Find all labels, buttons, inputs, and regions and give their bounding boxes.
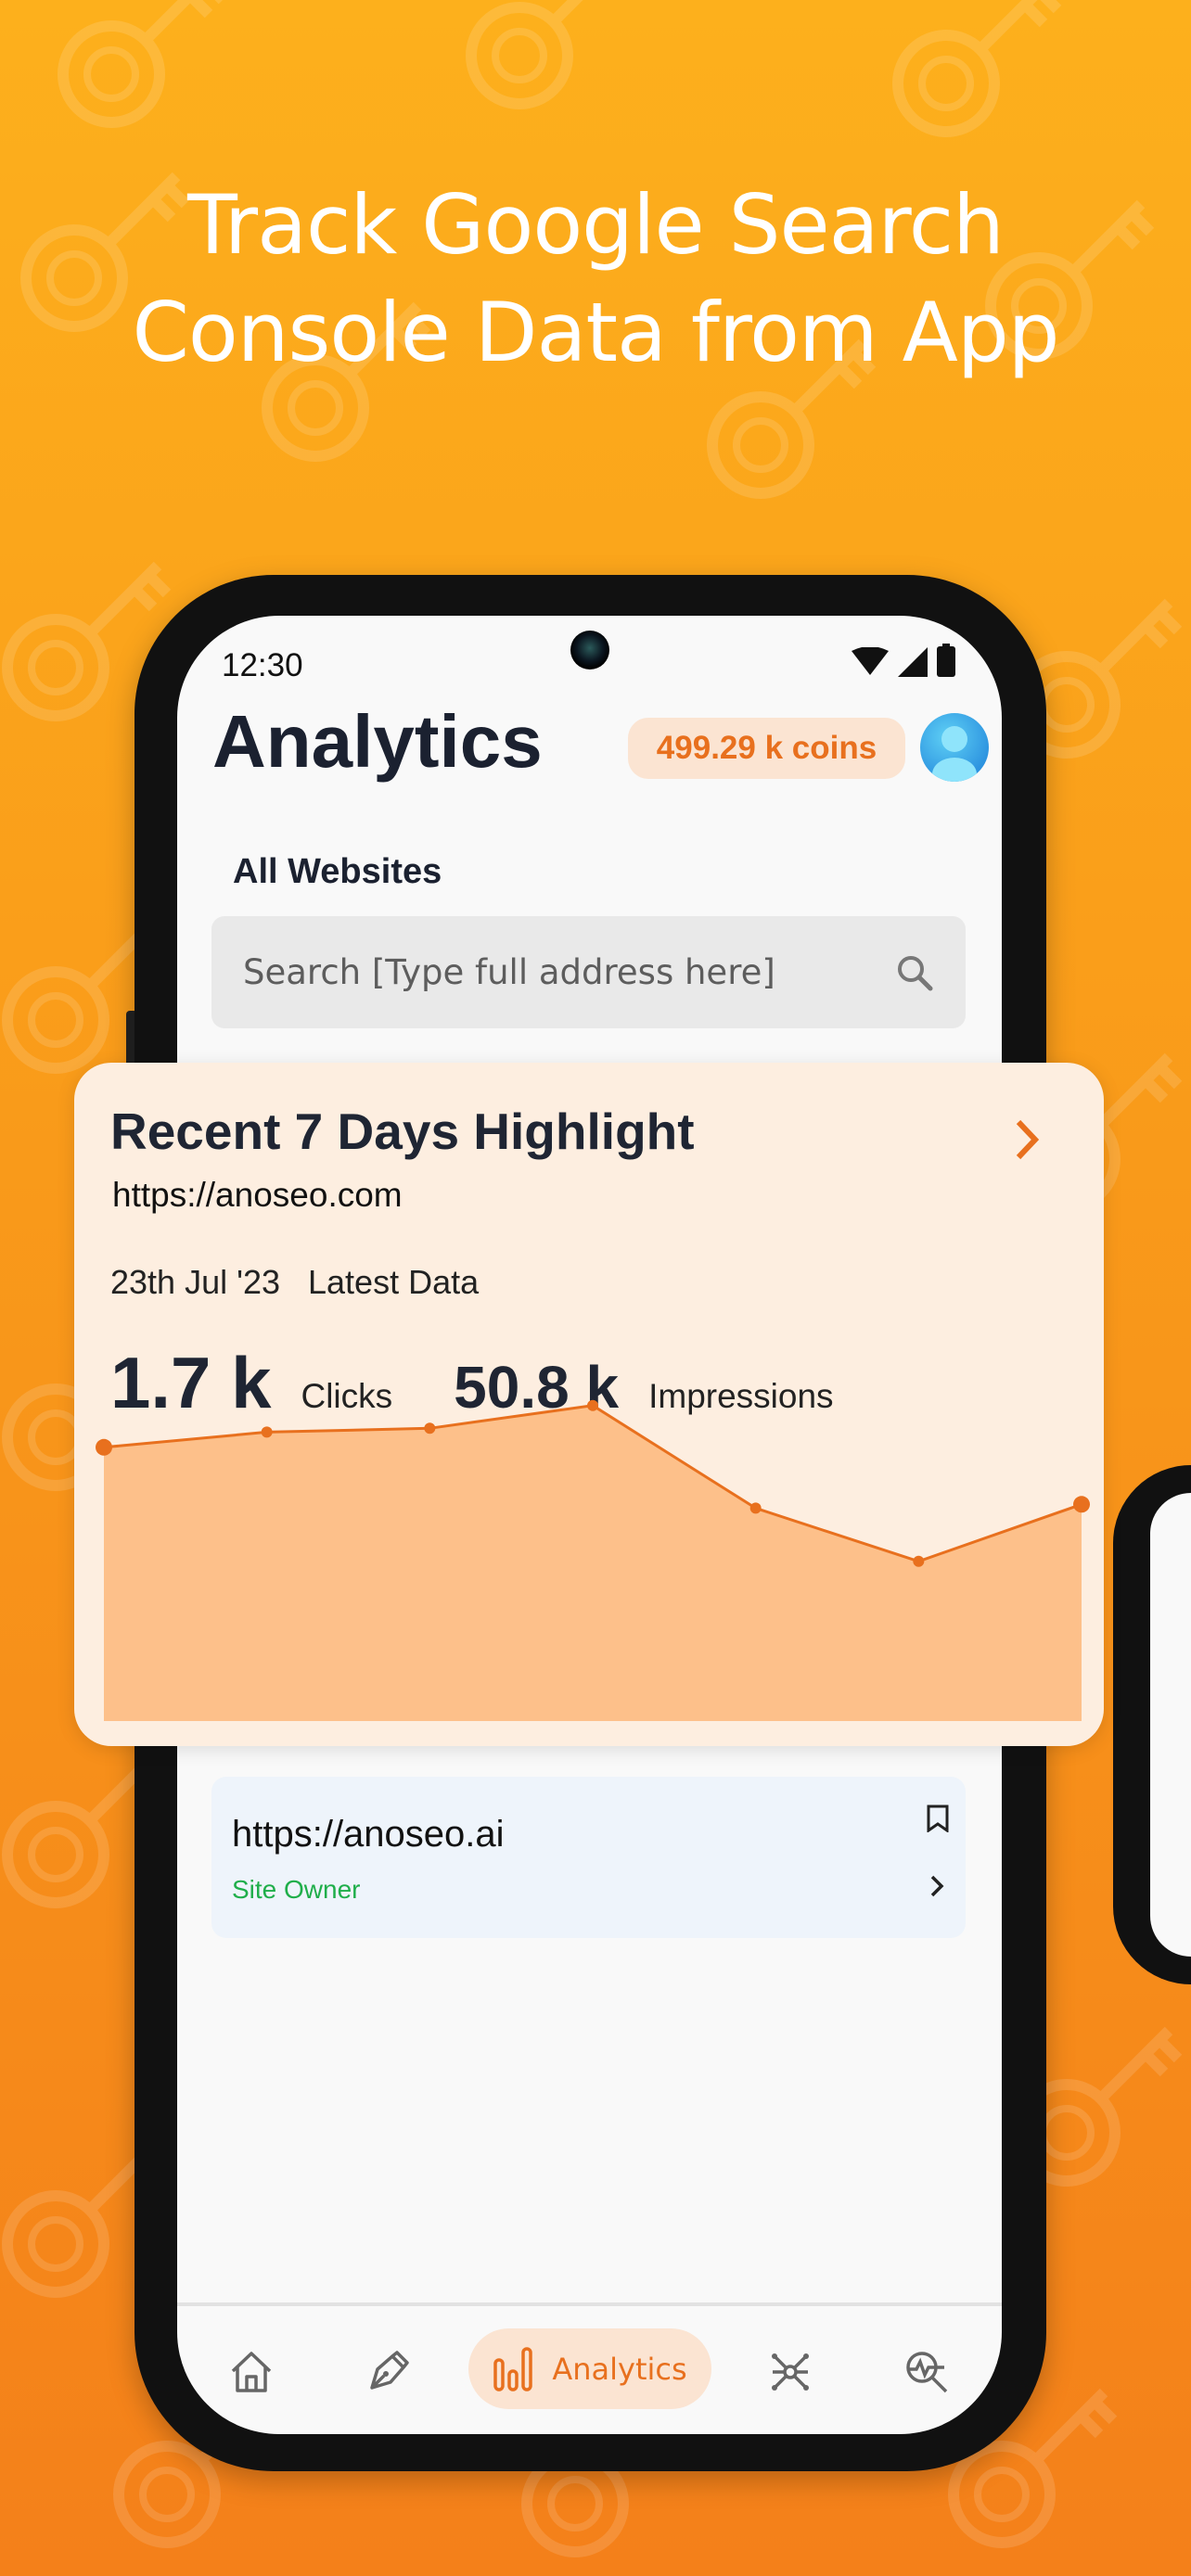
search-icon[interactable] [895, 953, 934, 992]
page-title: Analytics [212, 700, 543, 783]
site-url: https://anoseo.ai [232, 1814, 505, 1855]
status-icons [852, 644, 955, 677]
chevron-right-icon[interactable] [928, 1873, 946, 1899]
home-icon[interactable] [228, 2349, 275, 2395]
chart-point [587, 1399, 598, 1411]
analytics-icon [493, 2346, 533, 2391]
chart-point [424, 1422, 436, 1435]
nav-item-label: Analytics [552, 2351, 687, 2387]
headline-line-2: Console Data from App [132, 285, 1059, 380]
bookmark-icon[interactable] [926, 1804, 950, 1832]
chart-point [261, 1426, 273, 1438]
secondary-phone-frame [1113, 1465, 1191, 1984]
seo-search-icon[interactable] [903, 2349, 950, 2395]
bottom-nav: Analytics [177, 2306, 1002, 2434]
clicks-area-chart [96, 1399, 1090, 1721]
status-time: 12:30 [222, 647, 303, 683]
pen-icon[interactable] [365, 2349, 411, 2395]
chart-point [1073, 1496, 1090, 1513]
signal-icon [898, 647, 928, 677]
highlight-card[interactable]: Recent 7 Days Highlight https://anoseo.c… [74, 1063, 1104, 1746]
site-role: Site Owner [232, 1875, 361, 1904]
nav-item-analytics[interactable]: Analytics [468, 2328, 711, 2409]
chart-area [104, 1405, 1082, 1721]
chart-point [913, 1555, 925, 1567]
headline: Track Google Search Console Data from Ap… [0, 172, 1191, 387]
search-input[interactable]: Search [Type full address here] [211, 916, 966, 1028]
wifi-icon [852, 647, 889, 675]
chart-point [749, 1502, 762, 1514]
headline-line-1: Track Google Search [187, 177, 1005, 273]
battery-icon [937, 644, 955, 677]
section-title: All Websites [233, 852, 442, 891]
site-list-item[interactable]: https://anoseo.ai Site Owner [211, 1777, 966, 1938]
user-avatar-icon[interactable] [920, 713, 989, 782]
network-icon[interactable] [767, 2349, 813, 2395]
coins-badge[interactable]: 499.29 k coins [628, 718, 905, 779]
chart-point [96, 1438, 112, 1456]
search-placeholder: Search [Type full address here] [243, 952, 775, 992]
secondary-phone-screen [1150, 1493, 1191, 1957]
camera-icon [570, 631, 609, 670]
